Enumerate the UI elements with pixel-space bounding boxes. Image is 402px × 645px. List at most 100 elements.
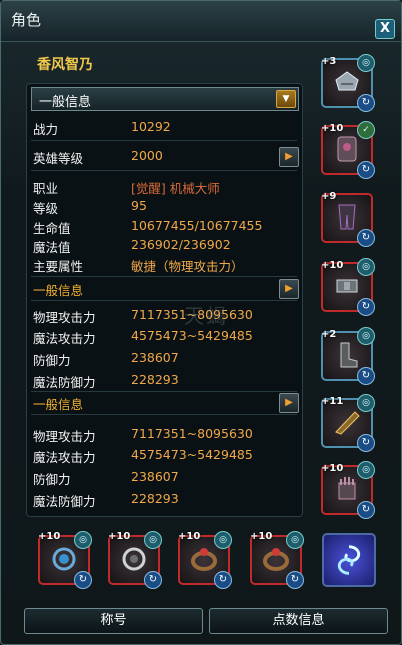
accessory-slot-4[interactable]: +10 ◎ ↻: [250, 531, 304, 589]
divider: [31, 276, 297, 277]
stat-value: 2000: [131, 148, 163, 163]
enhance-level: +10: [321, 123, 344, 134]
swap-icon[interactable]: ↻: [214, 571, 232, 589]
divider: [31, 391, 297, 392]
accessory-slot-2[interactable]: +10 ◎ ↻: [108, 531, 162, 589]
enhance-level: +11: [321, 396, 344, 407]
swap-icon[interactable]: ↻: [357, 161, 375, 179]
watermark: 天蝎: [184, 304, 228, 328]
stat-label: 生命值: [33, 221, 71, 236]
stat-label: 防御力: [33, 353, 71, 368]
stat-value: 238607: [131, 469, 179, 484]
stat-label: 魔法防御力: [33, 375, 96, 390]
stat-value: 7117351~8095630: [131, 426, 253, 441]
points-info-button[interactable]: 点数信息: [209, 608, 388, 634]
equip-slot-right-7[interactable]: +10 ◎ ↻: [321, 461, 375, 519]
stat-value: 10677455/10677455: [131, 218, 263, 233]
stat-value: 228293: [131, 372, 179, 387]
dropdown-selected: 一般信息: [39, 95, 92, 110]
lock-icon[interactable]: ◎: [357, 54, 375, 72]
leg-armor-icon: [338, 204, 356, 230]
stat-value: 228293: [131, 491, 179, 506]
swap-icon[interactable]: ↻: [357, 501, 375, 519]
enhance-level: +10: [321, 463, 344, 474]
chest-armor-icon: [337, 136, 357, 162]
equip-slot-right-1[interactable]: +3 ◎ ↻: [321, 54, 375, 112]
boots-icon: [340, 342, 358, 368]
stat-value: 95: [131, 198, 147, 213]
stat-label: 战力: [33, 122, 59, 137]
section1-expand-button[interactable]: ▶: [279, 279, 299, 299]
swap-icon[interactable]: ↻: [357, 434, 375, 452]
necklace-icon: [52, 547, 76, 571]
enhance-level: +3: [321, 56, 337, 67]
check-icon[interactable]: ✓: [357, 121, 375, 139]
swap-icon[interactable]: ↻: [144, 571, 162, 589]
lock-icon[interactable]: ◎: [357, 394, 375, 412]
belt-icon: [336, 279, 358, 293]
ring-icon: [263, 548, 289, 571]
special-slot[interactable]: [322, 533, 376, 587]
enhance-level: +10: [250, 531, 273, 542]
weapon-icon: [335, 411, 360, 435]
stat-value: 敏捷（物理攻击力）: [131, 259, 244, 274]
equip-slot-right-2[interactable]: +10 ✓ ↻: [321, 121, 375, 179]
lock-icon[interactable]: ◎: [286, 531, 304, 549]
window-title: 角色: [11, 11, 42, 29]
lock-icon[interactable]: ◎: [357, 327, 375, 345]
character-name: 香风智乃: [37, 57, 93, 73]
enhance-level: +10: [321, 260, 344, 271]
section-header: 一般信息: [33, 283, 84, 298]
lock-icon[interactable]: ◎: [357, 461, 375, 479]
shoulder-armor-icon: [335, 71, 359, 91]
stat-label: 物理攻击力: [33, 429, 96, 444]
title-button[interactable]: 称号: [24, 608, 203, 634]
lock-icon[interactable]: ◎: [357, 258, 375, 276]
equip-slot-right-6[interactable]: +11 ◎ ↻: [321, 394, 375, 452]
stat-label: 魔法防御力: [33, 494, 96, 509]
swap-icon[interactable]: ↻: [286, 571, 304, 589]
gloves-icon: [338, 477, 356, 500]
equip-slot-right-3[interactable]: +9 ↻: [321, 191, 375, 247]
equip-slot-right-4[interactable]: +10 ◎ ↻: [321, 258, 375, 316]
stat-label: 物理攻击力: [33, 310, 96, 325]
stat-value: [觉醒] 机械大师: [131, 181, 220, 196]
enhance-level: +2: [321, 329, 337, 340]
stat-value: 10292: [131, 119, 171, 134]
stat-value: 4575473~5429485: [131, 447, 253, 462]
close-button[interactable]: X: [375, 19, 395, 39]
stat-value: 238607: [131, 350, 179, 365]
enhance-level: +9: [321, 191, 337, 202]
swap-icon[interactable]: ↻: [357, 298, 375, 316]
divider: [31, 414, 297, 415]
divider: [31, 140, 297, 141]
stat-label: 魔法值: [33, 240, 71, 255]
swirl-emblem-icon: [337, 545, 361, 575]
enhance-level: +10: [38, 531, 61, 542]
section2-expand-button[interactable]: ▶: [279, 393, 299, 413]
lock-icon[interactable]: ◎: [144, 531, 162, 549]
stat-value: 4575473~5429485: [131, 328, 253, 343]
bracelet-icon: [122, 547, 146, 571]
lock-icon[interactable]: ◎: [214, 531, 232, 549]
equip-slot-right-5[interactable]: +2 ◎ ↻: [321, 327, 375, 385]
stat-value: 236902/236902: [131, 237, 231, 252]
section-header: 一般信息: [33, 397, 84, 412]
accessory-slot-3[interactable]: +10 ◎ ↻: [178, 531, 232, 589]
enhance-level: +10: [108, 531, 131, 542]
swap-icon[interactable]: ↻: [357, 94, 375, 112]
title-bar[interactable]: 角色 X: [1, 1, 401, 42]
swap-icon[interactable]: ↻: [357, 367, 375, 385]
swap-icon[interactable]: ↻: [357, 229, 375, 247]
chevron-down-icon[interactable]: ▼: [276, 90, 296, 108]
swap-icon[interactable]: ↻: [74, 571, 92, 589]
accessory-slot-1[interactable]: +10 ◎ ↻: [38, 531, 92, 589]
hero-level-expand-button[interactable]: ▶: [279, 147, 299, 167]
ring-icon: [191, 548, 217, 571]
stat-label: 魔法攻击力: [33, 450, 96, 465]
info-category-dropdown[interactable]: 一般信息 ▼: [31, 87, 299, 111]
stat-label: 职业: [33, 181, 59, 196]
lock-icon[interactable]: ◎: [74, 531, 92, 549]
divider: [31, 170, 297, 171]
stat-label: 魔法攻击力: [33, 331, 96, 346]
